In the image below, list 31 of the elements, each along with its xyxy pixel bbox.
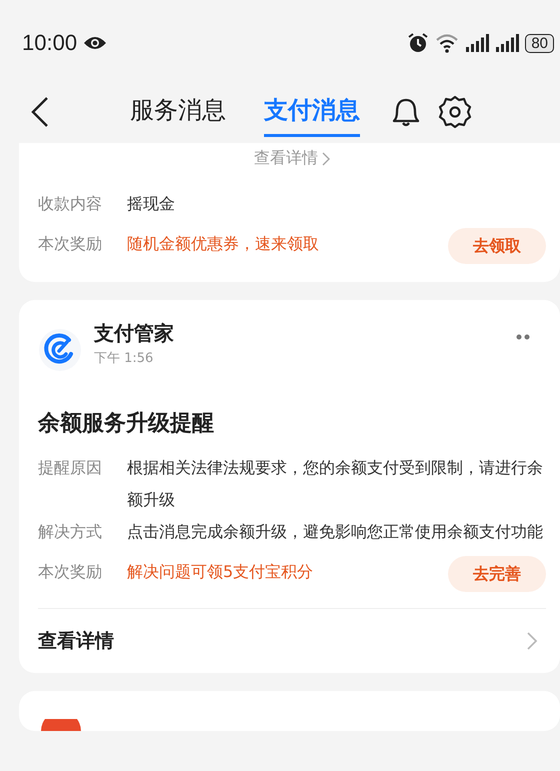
complete-button[interactable]: 去完善 <box>448 556 546 592</box>
tab[interactable]: 服务消息 <box>130 88 226 136</box>
clock-time: 10:00 <box>22 30 78 56</box>
settings-icon[interactable] <box>438 95 472 129</box>
field-value: 解决问题可领5支付宝积分 <box>127 561 314 583</box>
message-time: 下午 1:56 <box>94 350 154 367</box>
signal-icon <box>465 34 490 52</box>
field-value: 摇现金 <box>127 193 176 215</box>
message-title: 余额服务升级提醒 <box>38 410 215 438</box>
field-value: 根据相关法律法规要求，您的余额支付受到限制，请进行余额升级 <box>127 457 544 511</box>
field-value: 随机金额优惠券，速来领取 <box>127 233 320 255</box>
field-label: 解决方式 <box>38 521 103 543</box>
back-icon[interactable] <box>30 96 50 128</box>
more-icon[interactable] <box>516 334 530 340</box>
battery-indicator: 80 <box>525 34 554 52</box>
chevron-icon <box>322 152 330 166</box>
view-details-link[interactable]: 查看详情 <box>248 147 336 170</box>
field-value: 点击消息完成余额升级，避免影响您正常使用余额支付功能 <box>127 521 544 543</box>
signal-icon <box>495 34 520 52</box>
field-label: 收款内容 <box>38 193 103 215</box>
tab[interactable]: 支付消息 <box>264 88 360 136</box>
alarm-icon <box>407 32 430 54</box>
wifi-icon <box>435 33 460 53</box>
eye-icon <box>83 35 108 51</box>
view-details-link[interactable]: 查看详情 <box>38 628 114 654</box>
chevron-icon <box>526 631 538 651</box>
field-label: 本次奖励 <box>38 233 103 255</box>
field-label: 提醒原因 <box>38 457 103 479</box>
sender-name: 支付管家 <box>94 320 175 347</box>
field-label: 本次奖励 <box>38 561 103 583</box>
claim-button[interactable]: 去领取 <box>448 228 546 264</box>
